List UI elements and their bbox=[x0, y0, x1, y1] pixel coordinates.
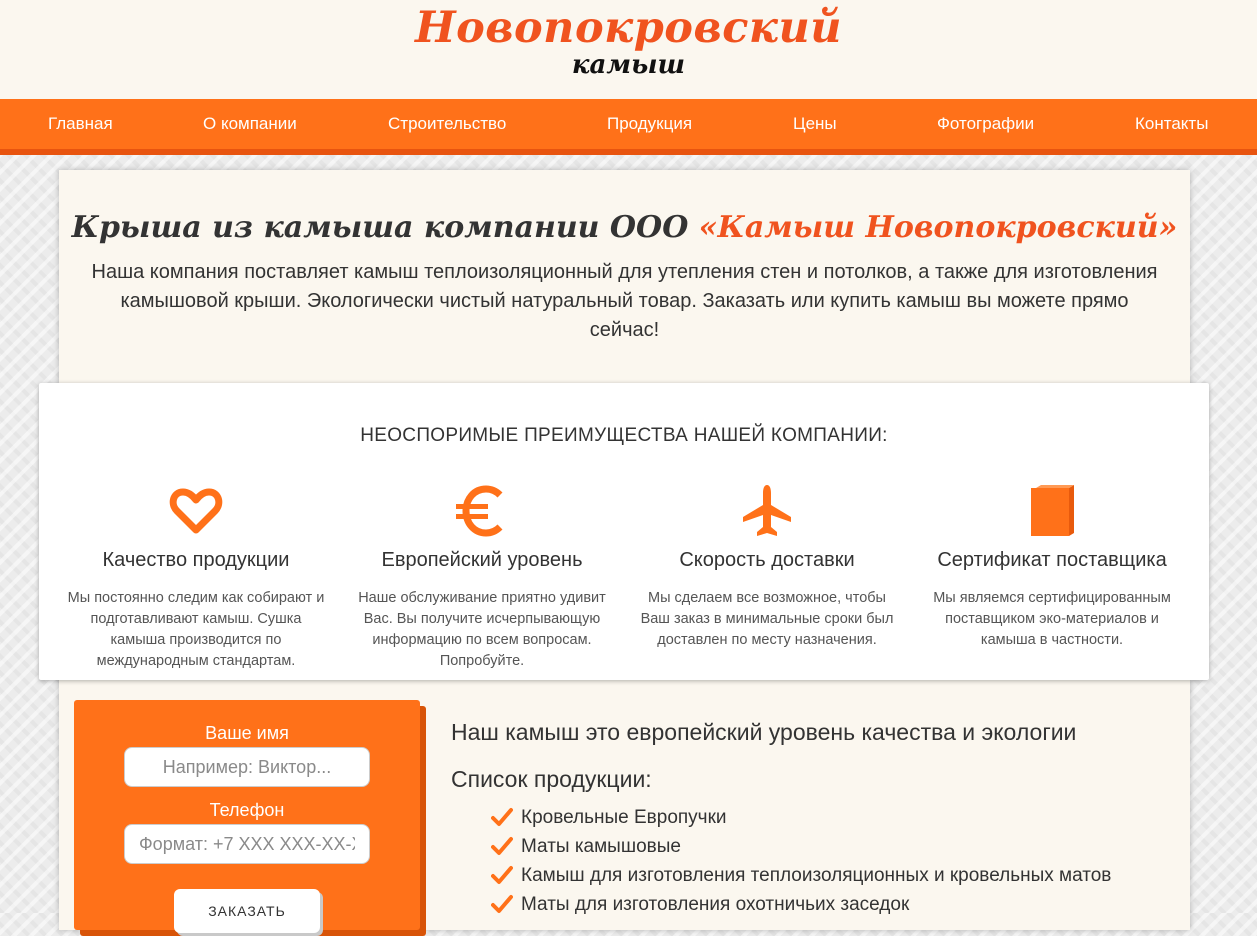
product-list-title: Список продукции: bbox=[451, 766, 652, 792]
product-name: Кровельные Европучки bbox=[521, 807, 727, 828]
list-item: Маты для изготовления охотничьих заседок bbox=[491, 893, 1111, 922]
advantages-section: НЕОСПОРИМЫЕ ПРЕИМУЩЕСТВА НАШЕЙ КОМПАНИИ:… bbox=[39, 383, 1209, 680]
phone-input[interactable] bbox=[124, 824, 370, 864]
hero-text: Наша компания поставляет камыш теплоизол… bbox=[91, 261, 1158, 341]
product-name: Маты для изготовления охотничьих заседок bbox=[521, 894, 910, 915]
site-header: Новопокровский камыш bbox=[0, 0, 1257, 99]
list-item: Кровельные Европучки bbox=[491, 806, 1111, 835]
nav-item-contacts[interactable]: Контакты bbox=[1135, 99, 1208, 149]
book-icon bbox=[1031, 485, 1074, 536]
check-icon bbox=[491, 866, 513, 884]
advantage-certificate: Сертификат поставщика Мы являемся сертиф… bbox=[917, 483, 1187, 651]
name-label: Ваше имя bbox=[205, 723, 289, 743]
hero-title: Крыша из камыша компании ООО «Камыш Ново… bbox=[59, 210, 1190, 245]
info-title: Наш камыш это европейский уровень качест… bbox=[451, 719, 1077, 745]
euro-icon bbox=[456, 485, 503, 537]
product-name: Маты камышовые bbox=[521, 836, 681, 857]
check-icon bbox=[491, 895, 513, 913]
phone-label: Телефон bbox=[209, 800, 285, 820]
main-nav: Главная О компании Строительство Продукц… bbox=[0, 99, 1257, 155]
product-name: Камыш для изготовления теплоизоляционных… bbox=[521, 865, 1112, 886]
advantage-title: Качество продукции bbox=[102, 549, 290, 571]
advantages-title: НЕОСПОРИМЫЕ ПРЕИМУЩЕСТВА НАШЕЙ КОМПАНИИ: bbox=[360, 425, 888, 446]
heart-icon bbox=[169, 488, 223, 534]
name-input[interactable] bbox=[124, 747, 370, 787]
advantage-title: Скорость доставки bbox=[679, 549, 855, 571]
nav-item-products[interactable]: Продукция bbox=[607, 99, 692, 149]
advantage-european: Европейский уровень Наше обслуживание пр… bbox=[347, 483, 617, 672]
list-item: Камыш для изготовления теплоизоляционных… bbox=[491, 864, 1111, 893]
advantage-title: Европейский уровень bbox=[381, 549, 583, 571]
advantage-text: Мы сделаем все возможное, чтобы Ваш зака… bbox=[640, 590, 894, 648]
nav-item-prices[interactable]: Цены bbox=[793, 99, 837, 149]
advantage-quality: Качество продукции Мы постоянно следим к… bbox=[61, 483, 331, 672]
hero-title-accent: «Камыш Новопокровский» bbox=[698, 210, 1178, 245]
advantage-delivery: Скорость доставки Мы сделаем все возможн… bbox=[632, 483, 902, 651]
order-button[interactable]: ЗАКАЗАТЬ bbox=[174, 889, 320, 933]
order-form: Ваше имя Телефон ЗАКАЗАТЬ bbox=[74, 700, 420, 933]
plane-icon bbox=[743, 485, 791, 536]
nav-item-construction[interactable]: Строительство bbox=[388, 99, 506, 149]
hero-title-prefix: Крыша из камыша компании ООО bbox=[71, 210, 699, 245]
advantage-text: Мы являемся сертифицированным поставщико… bbox=[933, 590, 1171, 648]
nav-item-photos[interactable]: Фотографии bbox=[937, 99, 1034, 149]
product-list: Кровельные Европучки Маты камышовые Камы… bbox=[491, 806, 1111, 922]
logo-title[interactable]: Новопокровский bbox=[0, 3, 1257, 53]
advantage-title: Сертификат поставщика bbox=[937, 549, 1167, 571]
check-icon bbox=[491, 837, 513, 855]
logo-subtitle[interactable]: камыш bbox=[0, 50, 1257, 80]
nav-item-about[interactable]: О компании bbox=[203, 99, 297, 149]
check-icon bbox=[491, 808, 513, 826]
nav-item-home[interactable]: Главная bbox=[48, 99, 113, 149]
advantage-text: Мы постоянно следим как собирают и подго… bbox=[67, 590, 325, 669]
list-item: Маты камышовые bbox=[491, 835, 1111, 864]
advantage-text: Наше обслуживание приятно удивит Вас. Вы… bbox=[358, 590, 606, 669]
